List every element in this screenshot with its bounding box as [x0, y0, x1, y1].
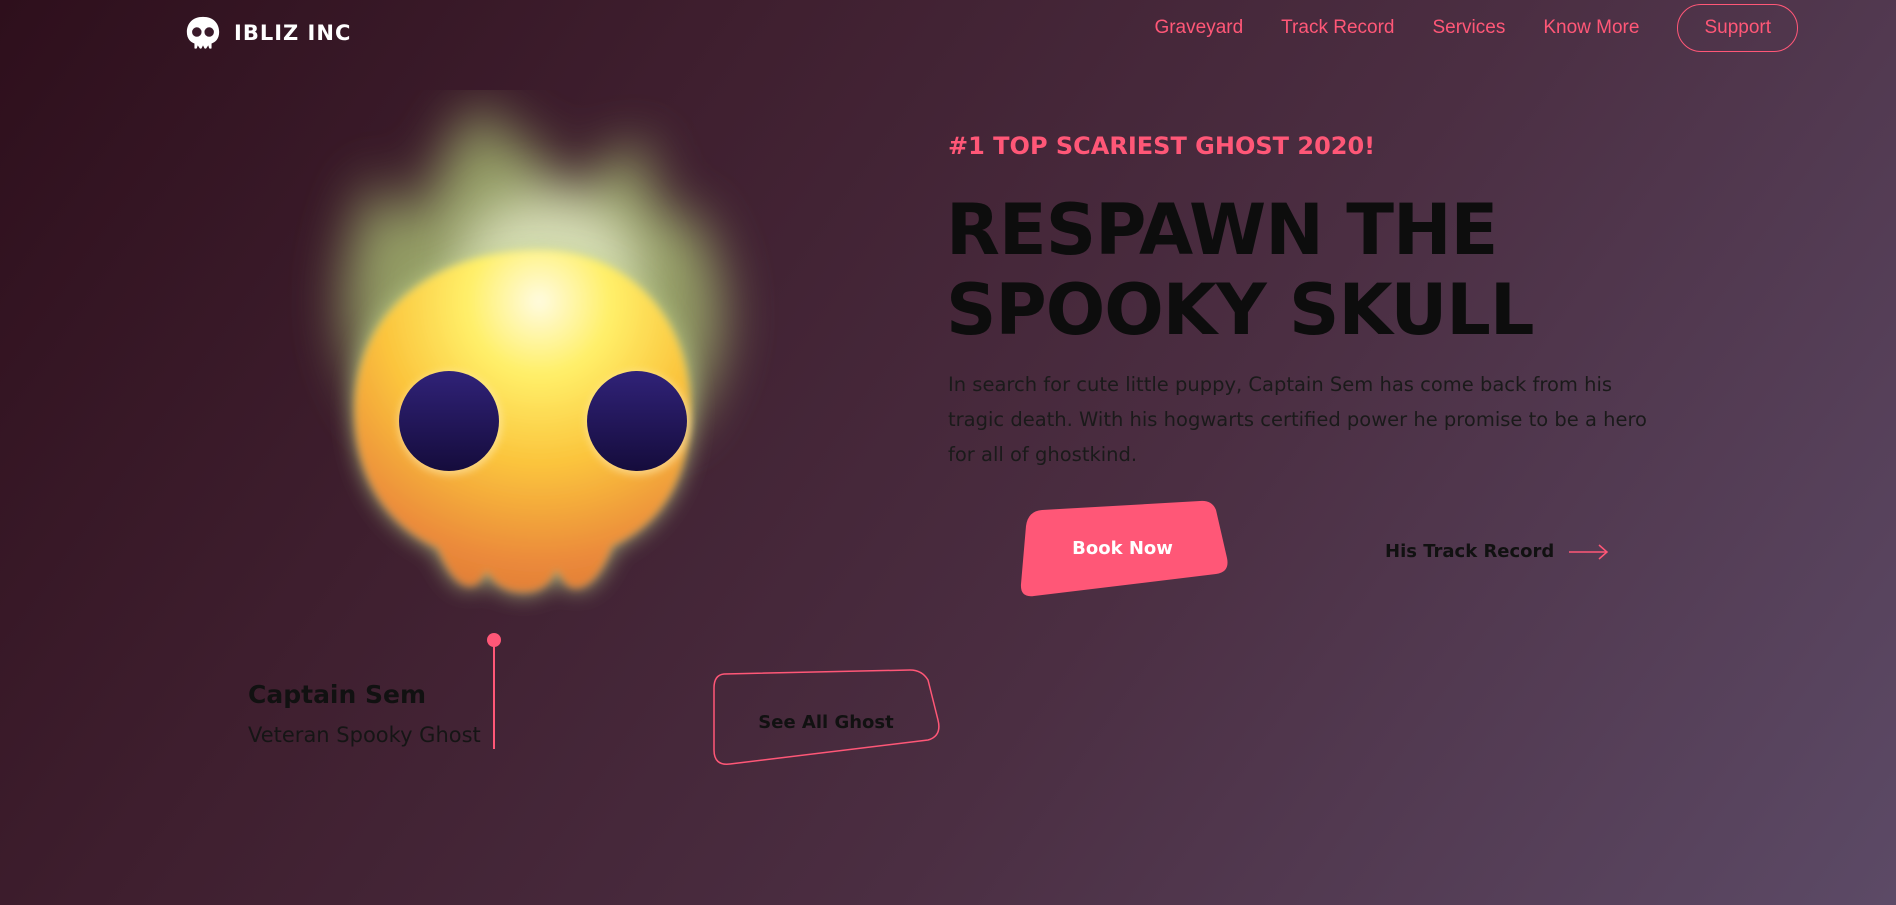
character-name: Captain Sem: [248, 680, 427, 709]
support-button[interactable]: Support: [1677, 4, 1798, 52]
nav-link-services[interactable]: Services: [1432, 17, 1505, 39]
character-pin-line: [493, 645, 495, 749]
see-all-ghost-label: See All Ghost: [758, 712, 894, 733]
hero-tagline: #1 TOP SCARIEST GHOST 2020!: [948, 132, 1376, 160]
hero-headline-line1: RESPAWN THE: [946, 189, 1498, 271]
nav-link-track-record[interactable]: Track Record: [1281, 17, 1394, 39]
see-all-ghost-button[interactable]: See All Ghost: [710, 668, 942, 778]
hero-headline: RESPAWN THE SPOOKY SKULL: [946, 189, 1535, 351]
book-now-button[interactable]: Book Now: [1020, 500, 1230, 604]
nav-link-graveyard[interactable]: Graveyard: [1154, 17, 1243, 39]
hero-description: In search for cute little puppy, Captain…: [948, 373, 1647, 466]
skull-logo-icon: [186, 16, 220, 49]
brand-name: IBLIZ INC: [234, 21, 352, 45]
nav-link-know-more[interactable]: Know More: [1543, 17, 1639, 39]
hero-headline-line2: SPOOKY SKULL: [946, 269, 1535, 351]
arrow-right-icon: [1569, 543, 1609, 560]
main-nav: Graveyard Track Record Services Know Mor…: [1154, 4, 1798, 52]
brand-logo[interactable]: IBLIZ INC: [184, 14, 351, 52]
track-record-link[interactable]: His Track Record: [1385, 541, 1610, 562]
character-role: Veteran Spooky Ghost: [248, 723, 481, 747]
book-now-label: Book Now: [1072, 538, 1173, 559]
track-record-label: His Track Record: [1385, 541, 1555, 562]
skull-illustration: [260, 90, 820, 650]
